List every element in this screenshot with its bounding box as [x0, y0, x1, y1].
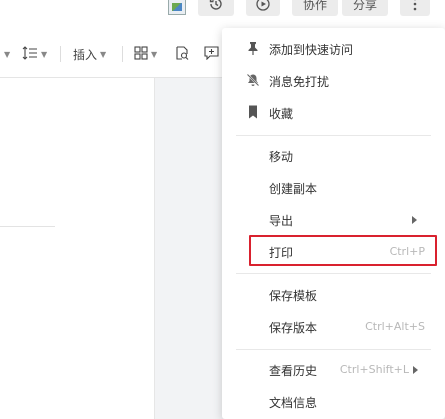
play-icon — [255, 0, 271, 12]
history-icon — [208, 0, 224, 12]
chevron-right-icon — [413, 366, 418, 374]
broken-image-icon[interactable] — [168, 0, 186, 15]
chevron-down-icon: ▼ — [4, 49, 11, 59]
menu-item-label: 添加到快速访问 — [269, 43, 354, 57]
history-button[interactable] — [198, 0, 234, 16]
menu-item-do-not-disturb[interactable]: 消息免打扰 — [222, 65, 445, 97]
menu-item-label: 保存版本 — [269, 321, 318, 335]
add-comment-icon — [204, 45, 219, 63]
collaborate-button[interactable]: 协作 — [292, 0, 338, 16]
menu-item-label: 移动 — [269, 150, 294, 164]
share-button[interactable]: 分享 — [342, 0, 388, 16]
menu-item-label: 收藏 — [269, 107, 294, 121]
menu-item-export[interactable]: 导出 — [222, 204, 445, 236]
menu-item-shortcut: Ctrl+Shift+L — [339, 363, 409, 376]
menu-item-save-template[interactable]: 保存模板 — [222, 279, 445, 311]
line-spacing-button[interactable]: ▼ — [22, 45, 47, 63]
toolbar-divider — [122, 46, 123, 62]
grid-layout-icon — [134, 45, 148, 63]
font-dropdown-caret[interactable]: ▼ — [4, 45, 10, 63]
menu-item-shortcut: Ctrl+Alt+S — [365, 320, 425, 333]
bookmark-icon — [246, 105, 260, 119]
menu-item-save-version[interactable]: 保存版本 Ctrl+Alt+S — [222, 311, 445, 343]
line-spacing-icon — [22, 45, 38, 63]
document-divider-line — [0, 226, 55, 227]
collaborate-label: 协作 — [302, 0, 327, 12]
toolbar-divider — [60, 46, 61, 62]
menu-item-label: 创建副本 — [269, 182, 318, 196]
top-header: 协作 分享 — [0, 0, 445, 22]
menu-item-view-history[interactable]: 查看历史 Ctrl+Shift+L — [222, 354, 445, 386]
document-page[interactable] — [0, 78, 155, 419]
more-vertical-icon — [413, 0, 417, 11]
chevron-down-icon: ▼ — [100, 49, 107, 59]
menu-item-move[interactable]: 移动 — [222, 140, 445, 172]
insert-label: 插入 — [73, 47, 98, 62]
menu-item-label: 保存模板 — [269, 289, 318, 303]
layout-button[interactable]: ▼ — [134, 45, 157, 63]
menu-item-label: 文档信息 — [269, 396, 318, 410]
menu-item-doc-info[interactable]: 文档信息 — [222, 386, 445, 418]
menu-divider — [236, 135, 431, 136]
menu-item-label: 消息免打扰 — [269, 75, 330, 89]
menu-item-add-quick-access[interactable]: 添加到快速访问 — [222, 33, 445, 65]
chevron-down-icon: ▼ — [151, 49, 158, 59]
chevron-right-icon — [412, 216, 417, 224]
play-button[interactable] — [246, 0, 280, 16]
pin-icon — [246, 41, 260, 55]
menu-divider — [236, 273, 431, 274]
insert-menu-button[interactable]: 插入 ▼ — [73, 45, 106, 63]
more-button[interactable] — [400, 0, 430, 16]
menu-item-create-copy[interactable]: 创建副本 — [222, 172, 445, 204]
bell-off-icon — [246, 73, 260, 87]
print-highlight-box — [249, 235, 437, 266]
menu-item-favorite[interactable]: 收藏 — [222, 97, 445, 129]
chevron-down-icon: ▼ — [41, 49, 48, 59]
share-label: 分享 — [352, 0, 377, 12]
add-comment-button[interactable] — [204, 45, 219, 63]
menu-item-label: 导出 — [269, 214, 294, 228]
find-replace-icon — [175, 45, 189, 63]
find-replace-button[interactable] — [175, 45, 189, 63]
menu-item-label: 查看历史 — [269, 364, 318, 378]
menu-divider — [236, 349, 431, 350]
more-options-menu: 添加到快速访问 消息免打扰 收藏 移动 创建副本 导出 打印 Ctrl+P 保存… — [222, 28, 445, 419]
